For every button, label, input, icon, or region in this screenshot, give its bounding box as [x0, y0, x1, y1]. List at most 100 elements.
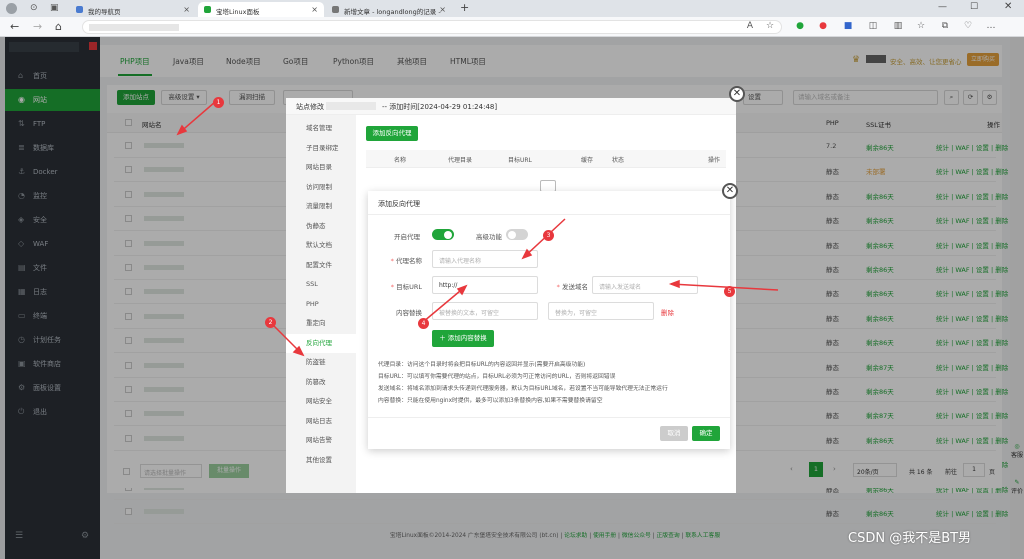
extension-icon[interactable]: ◫: [868, 21, 878, 31]
proxy-column-header: 状态: [612, 157, 625, 164]
site-nav-item[interactable]: 其他设置: [286, 451, 356, 470]
site-nav-item[interactable]: 流量限制: [286, 197, 356, 216]
browser-tab[interactable]: 新增文章 - longandlong的记录 - ×: [326, 2, 452, 17]
send-domain-label: * 发送域名: [544, 281, 588, 291]
proxy-column-header: 名称: [394, 157, 407, 164]
redacted-url: [89, 24, 179, 31]
marker-1: 1: [213, 97, 224, 108]
tab-title: 我的导航页: [88, 8, 121, 16]
address-bar-row: ← → ⌂ A ☆ ● ● ■ ◫ ▥ ☆ ⧉ ♡ …: [0, 17, 1024, 37]
site-nav-item[interactable]: 域名管理: [286, 119, 356, 138]
target-url-label: * 目标URL: [376, 281, 422, 291]
site-nav-item[interactable]: 反向代理: [286, 333, 356, 353]
proxy-name-input[interactable]: 请输入代理名称: [432, 250, 538, 268]
button-label: 添加内容替换: [447, 334, 487, 342]
modal-title-text: 站点修改: [296, 103, 324, 111]
marker-3: 3: [543, 230, 554, 241]
send-domain-input[interactable]: 请输入发送域名: [592, 276, 698, 294]
new-tab-button[interactable]: +: [460, 1, 469, 14]
workspaces-icon[interactable]: ⊙: [30, 3, 38, 13]
required-mark: *: [390, 283, 395, 291]
replace-to-input[interactable]: 替换为，可留空: [548, 302, 654, 320]
extension-icon[interactable]: ●: [795, 21, 805, 31]
forward-icon[interactable]: →: [33, 20, 42, 33]
proxy-table-header: 名称 代理目录 目标URL 缓存 状态 操作: [366, 150, 726, 168]
label-text: 目标URL: [396, 283, 422, 291]
read-aloud-icon[interactable]: A: [745, 21, 755, 31]
watermark: CSDN @我不是BT男: [848, 531, 972, 546]
help-text: 代理目录：访问这个目录时将会把目标URL的内容返回并显示(需要开启高级功能): [378, 362, 586, 368]
site-nav-item[interactable]: PHP: [286, 295, 356, 314]
cancel-button[interactable]: 取消: [660, 426, 688, 441]
page-icon: [76, 6, 83, 13]
site-nav-item[interactable]: 访问限制: [286, 178, 356, 197]
url-input[interactable]: [82, 20, 782, 34]
advanced-label: 高级功能: [476, 233, 502, 241]
redacted-domain: [326, 102, 376, 110]
tab-actions-icon[interactable]: ▣: [50, 3, 59, 13]
collections-icon[interactable]: ⧉: [940, 21, 950, 31]
site-nav-item[interactable]: 网站目录: [286, 158, 356, 177]
close-icon[interactable]: ×: [311, 5, 318, 14]
confirm-button[interactable]: 确定: [692, 426, 720, 441]
proxy-column-header: 操作: [708, 157, 721, 164]
site-nav-item[interactable]: 伪静态: [286, 217, 356, 236]
target-url-input[interactable]: http://: [432, 276, 538, 294]
toggle-knob: [444, 230, 452, 239]
profile-avatar[interactable]: [6, 3, 17, 14]
close-icon[interactable]: ×: [439, 5, 446, 14]
replace-label: 内容替换: [396, 309, 422, 317]
divider: [368, 417, 730, 418]
tab-title: 宝塔Linux面板: [216, 8, 260, 16]
marker-4: 4: [418, 318, 429, 329]
close-icon[interactable]: ×: [183, 5, 190, 14]
marker-5: 5: [724, 286, 735, 297]
enable-proxy-toggle[interactable]: [432, 229, 454, 240]
home-icon[interactable]: ⌂: [55, 20, 62, 33]
enable-proxy-label: 开启代理: [394, 233, 420, 241]
required-mark: *: [390, 257, 394, 265]
proxy-column-header: 代理目录: [448, 157, 473, 164]
favorites-bar-icon[interactable]: ☆: [916, 21, 926, 31]
browser-tab-bar: ⊙ ▣ 我的导航页 × 宝塔Linux面板 × 新增文章 - longandlo…: [0, 0, 1024, 17]
replace-from-input[interactable]: 被替换的文本，可留空: [432, 302, 538, 320]
site-nav-item[interactable]: 重定向: [286, 314, 356, 333]
back-icon[interactable]: ←: [10, 20, 19, 33]
site-nav-item[interactable]: SSL: [286, 275, 356, 294]
help-text: 发送域名：将域名添加到请求头传递到代理服务器，默认为目标URL域名，若设置不当可…: [378, 386, 668, 392]
maximize-icon[interactable]: ☐: [970, 2, 978, 12]
site-nav-item[interactable]: 防盗链: [286, 353, 356, 372]
site-nav-item[interactable]: 网站日志: [286, 412, 356, 431]
browser-tab[interactable]: 我的导航页 ×: [70, 2, 196, 17]
add-replace-button[interactable]: ＋ 添加内容替换: [432, 330, 494, 347]
site-nav-item[interactable]: 默认文档: [286, 236, 356, 255]
label-text: 发送域名: [562, 283, 588, 291]
add-proxy-button[interactable]: 添加反向代理: [366, 126, 418, 141]
close-window-icon[interactable]: ✕: [1004, 1, 1012, 12]
toggle-knob: [508, 230, 516, 239]
site-modal-nav: 域名管理 子目录绑定 网站目录 访问限制 流量限制 伪静态 默认文档 配置文件 SSL PHP 重定…: [286, 115, 356, 493]
advanced-toggle[interactable]: [506, 229, 528, 240]
label-text: 代理名称: [396, 257, 422, 265]
delete-replace-link[interactable]: 删除: [661, 307, 674, 317]
bt-logo-icon: [204, 6, 211, 13]
site-nav-item[interactable]: 网站告警: [286, 431, 356, 450]
minimize-icon[interactable]: —: [938, 2, 947, 12]
extension-icon[interactable]: ■: [843, 21, 853, 31]
site-nav-item[interactable]: 网站安全: [286, 392, 356, 411]
marker-2: 2: [265, 317, 276, 328]
help-text: 目标URL：可以填写你需要代理的站点，目标URL必须为可正常访问的URL，否则将…: [378, 374, 616, 380]
split-screen-icon[interactable]: ▥: [893, 21, 903, 31]
add-time: -- 添加时间[2024-04-29 01:24:48]: [382, 103, 498, 111]
browser-tab-active[interactable]: 宝塔Linux面板 ×: [198, 2, 324, 17]
extension-icon[interactable]: ●: [818, 21, 828, 31]
close-icon[interactable]: ✕: [729, 86, 745, 102]
site-nav-item[interactable]: 子目录绑定: [286, 139, 356, 158]
close-icon[interactable]: ✕: [722, 183, 738, 199]
favorite-icon[interactable]: ☆: [765, 21, 775, 31]
tab-title: 新增文章 - longandlong的记录 -: [344, 8, 441, 16]
browser-essentials-icon[interactable]: ♡: [963, 21, 973, 31]
site-nav-item[interactable]: 防篡改: [286, 373, 356, 392]
site-nav-item[interactable]: 配置文件: [286, 256, 356, 275]
more-icon[interactable]: …: [986, 21, 996, 31]
